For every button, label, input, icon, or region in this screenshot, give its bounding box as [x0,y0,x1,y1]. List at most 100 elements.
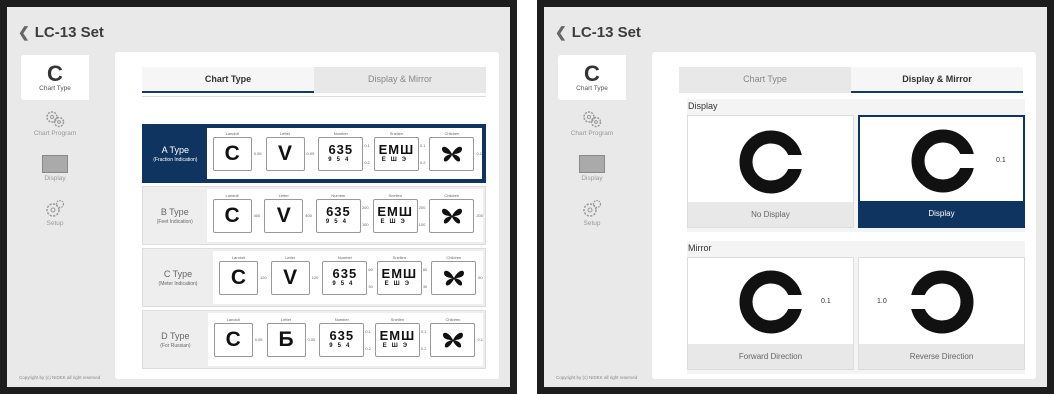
sidebar-item-label: Setup [583,220,601,227]
chart-type-row-a[interactable]: A Type (Fraction Indication) Landolt C 0.0… [142,124,486,183]
value-label: 0.2 [419,159,426,165]
snellen-preview: Snellen EMШ EШЭ [374,317,420,357]
snellen-preview: Snellen EMШ EШЭ [373,131,419,171]
butterfly-icon [443,270,464,286]
landolt-preview: Landolt C [219,255,258,295]
value-label: 0.2 [420,345,427,351]
page-title: LC-13 Set [571,23,641,41]
letter-preview: Letter V [265,131,305,171]
value-label: 0.05 [306,151,315,156]
number-line-1: 635 [329,328,355,343]
sidebar-item-label: Chart Type [576,85,608,92]
value-label: 400 [305,213,312,218]
column-caption: Landolt [225,192,239,198]
row-title: B Type [160,206,189,217]
number-preview: Number 635 954 [315,193,361,233]
sidebar-item-chart-program[interactable]: Chart Program [558,100,626,145]
option-label: Forward Direction [688,344,853,369]
column-caption: Number [334,316,349,322]
display-section-label: Display [688,101,718,111]
sidebar-item-chart-type[interactable]: C Chart Type [558,55,626,100]
chart-type-row-d[interactable]: D Type (For Russian) Landolt C 0.05 Letter… [142,310,486,369]
chart-type-row-c[interactable]: C Type (Meter Indication) Landolt C 120 Le… [142,248,486,307]
letter-glyph: V [276,204,291,227]
column-caption: Snellen [389,130,404,136]
value-label: 400 [253,213,261,218]
option-reverse-direction[interactable]: 1.0 Reverse Direction [858,257,1025,370]
divider [142,96,486,97]
screenshot-display-mirror: ❮ LC-13 Set C Chart Type Chart Program D… [537,0,1054,394]
column-caption: Snellen [390,316,405,322]
chart-previews: Landolt C 400 Letter V 400 Number 635 954 200 10… [206,189,483,242]
number-preview: Number 635 954 [322,255,368,295]
option-no-display[interactable]: No Display [687,115,854,228]
snellen-preview: Snellen EMШ EШЭ [372,193,418,233]
column-caption: Number [337,254,352,260]
tab-chart-type[interactable]: Chart Type [679,67,851,93]
landolt-preview: Landolt C [212,193,252,233]
letter-preview: Letter Б [266,317,306,357]
tab-bar: Chart Type Display & Mirror [679,67,1023,93]
sidebar: C Chart Type Chart Program Display Setup [21,55,89,235]
number-preview: Number 635 954 [318,131,364,171]
number-line-2: 954 [325,219,351,225]
landolt-glyph: C [230,266,247,289]
chart-type-list: A Type (Fraction Indication) Landolt C 0.0… [142,124,486,369]
tab-bar: Chart Type Display & Mirror [142,67,486,93]
sidebar-item-setup[interactable]: Setup [21,190,89,235]
butterfly-icon [442,332,463,348]
row-subtitle: (Meter Indication) [158,280,198,287]
value-label: 120 [311,275,319,280]
chart-previews: Landolt C 0.05 Letter Б 0.05 Number 635 954 0.1… [207,313,483,366]
value-label: 0.05 [254,337,263,342]
sidebar-item-chart-program[interactable]: Chart Program [21,100,89,145]
option-label: Reverse Direction [859,344,1024,369]
tab-chart-type[interactable]: Chart Type [142,67,314,93]
value-label: 200 [418,204,426,210]
value-label: 0.2 [365,345,371,351]
letter-glyph: Б [278,328,294,351]
tab-display-mirror[interactable]: Display & Mirror [314,67,486,93]
column-caption: Landolt [225,130,239,136]
snellen-line-2: EШЭ [384,281,414,287]
value-label: 0.1 [420,328,427,334]
children-preview: Children [430,317,476,357]
row-subtitle: (Fraction Indication) [153,156,198,163]
value-label: 120 [260,275,267,280]
column-caption: Letter [285,254,296,260]
page-title: LC-13 Set [34,23,104,41]
landolt-glyph: C [224,204,240,227]
letter-preview: Letter V [264,193,304,233]
display-options: No Display 0.1 Display [687,115,1025,228]
sidebar-item-display[interactable]: Display [558,145,626,190]
landolt-c-icon: C [47,61,63,86]
butterfly-icon [441,208,462,224]
value-label: 200 [361,204,369,210]
row-label: C Type (Meter Indication) [143,249,213,306]
chart-type-row-b[interactable]: B Type (Feet Indication) Landolt C 400 Let… [142,186,486,245]
app-window: ❮ LC-13 Set C Chart Type Chart Program D… [544,7,1047,387]
number-line-1: 635 [332,266,358,281]
row-label: A Type (Fraction Indication) [144,126,207,181]
chart-previews: Landolt C 0.05 Letter V 0.05 Number 635 954 0.1… [206,128,482,179]
display-icon [42,155,68,173]
back-chevron-icon[interactable]: ❮ [18,24,30,41]
sidebar-item-label: Chart Program [570,130,614,137]
sidebar-item-setup[interactable]: Setup [558,190,626,235]
value-label: 0.1 [477,337,483,342]
landolt-c-icon: C [584,61,600,86]
landolt-glyph: C [224,142,240,165]
option-forward-direction[interactable]: 0.1 Forward Direction [687,257,854,370]
landolt-glyph: C [225,328,241,351]
option-display[interactable]: 0.1 Display [858,115,1025,228]
value-label: 30 [368,283,373,289]
snellen-line-2: EШЭ [382,343,413,349]
column-caption: Letter [278,192,289,198]
back-chevron-icon[interactable]: ❮ [555,24,567,41]
sidebar-item-label: Display [44,175,66,182]
tab-display-mirror[interactable]: Display & Mirror [851,67,1023,93]
sidebar: C Chart Type Chart Program Display Setup [558,55,626,235]
value-label: 0.05 [307,337,316,342]
sidebar-item-display[interactable]: Display [21,145,89,190]
sidebar-item-chart-type[interactable]: C Chart Type [21,55,89,100]
